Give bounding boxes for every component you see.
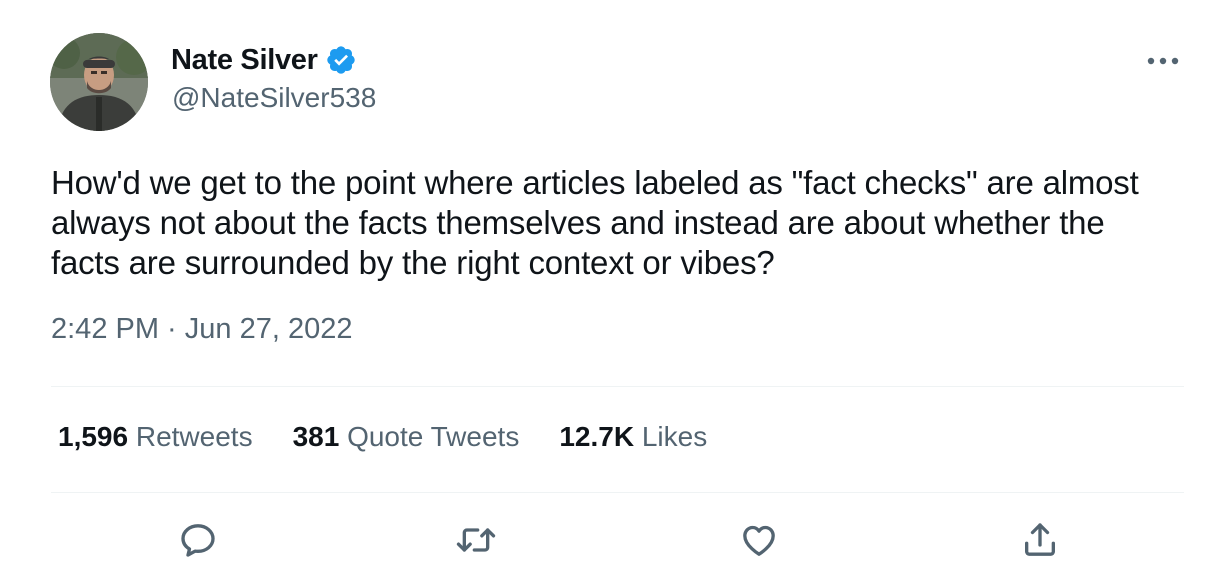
reply-icon [181, 524, 215, 557]
engagement-stats: 1,596 Retweets 381 Quote Tweets 12.7K Li… [58, 421, 747, 453]
retweets-count: 1,596 [58, 421, 129, 452]
retweet-icon [456, 528, 496, 552]
tweet-timestamp[interactable]: 2:42 PM · Jun 27, 2022 [51, 313, 352, 346]
retweets-stat[interactable]: 1,596 Retweets [58, 421, 253, 453]
author-display-name[interactable]: Nate Silver [171, 44, 318, 77]
divider [51, 386, 1184, 387]
verified-badge-icon [325, 44, 357, 76]
like-button[interactable] [735, 516, 783, 564]
reply-button[interactable] [174, 516, 222, 564]
quote-tweets-stat[interactable]: 381 Quote Tweets [293, 421, 520, 453]
quote-tweets-count: 381 [292, 421, 340, 452]
author-name-row: Nate Silver [171, 40, 357, 80]
retweet-button[interactable] [452, 516, 500, 564]
avatar-image [50, 33, 148, 131]
tweet-text: How'd we get to the point where articles… [51, 164, 1139, 281]
divider [51, 492, 1184, 493]
likes-count: 12.7K [559, 421, 635, 452]
likes-label: Likes [641, 421, 708, 452]
tweet-card: Nate Silver @NateSilver538 How'd we get … [0, 0, 1228, 584]
share-icon [1025, 523, 1055, 556]
more-dots-icon [1147, 57, 1179, 65]
more-options-button[interactable] [1140, 44, 1186, 78]
retweets-label: Retweets [135, 421, 253, 452]
author-handle[interactable]: @NateSilver538 [172, 82, 376, 114]
avatar[interactable] [50, 33, 148, 131]
likes-stat[interactable]: 12.7K Likes [559, 421, 707, 453]
quote-tweets-label: Quote Tweets [347, 421, 520, 452]
share-button[interactable] [1016, 516, 1064, 564]
like-icon [743, 525, 775, 556]
